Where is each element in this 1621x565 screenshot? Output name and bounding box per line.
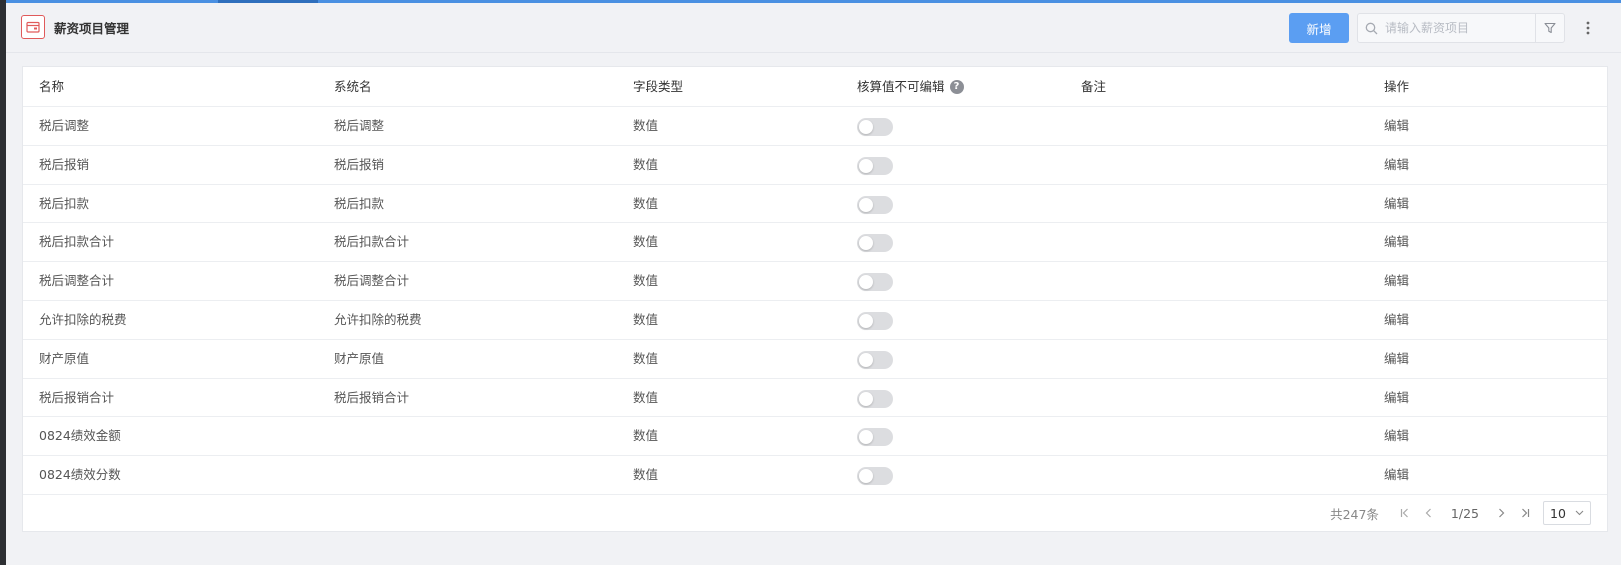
salary-items-table: 名称 系统名 字段类型 核算值不可编辑 ? 备注 操作 税后调整 税后调整 数值 编辑… [22, 66, 1608, 532]
locked-toggle[interactable] [857, 311, 893, 330]
locked-toggle[interactable] [857, 428, 893, 447]
cell-name: 税后扣款合计 [39, 234, 115, 250]
table-row: 税后扣款合计 税后扣款合计 数值 编辑 [23, 223, 1607, 263]
table-row: 税后扣款 税后扣款 数值 编辑 [23, 185, 1607, 224]
table-row: 税后调整 税后调整 数值 编辑 [23, 107, 1607, 146]
edit-link[interactable]: 编辑 [1384, 456, 1409, 495]
column-header-locked-label: 核算值不可编辑 [857, 79, 945, 94]
cell-field-type: 数值 [633, 389, 659, 405]
cell-field-type: 数值 [633, 234, 659, 250]
edit-link[interactable]: 编辑 [1384, 301, 1409, 340]
cell-name: 税后报销 [39, 156, 90, 172]
search-box [1357, 13, 1565, 43]
cell-name: 0824绩效金额 [39, 428, 121, 444]
column-header-field-type: 字段类型 [633, 79, 684, 94]
search-icon [1358, 14, 1385, 42]
cell-system-name: 财产原值 [334, 350, 385, 366]
locked-toggle[interactable] [857, 350, 893, 369]
cell-field-type: 数值 [633, 311, 659, 327]
cell-name: 0824绩效分数 [39, 467, 121, 483]
locked-toggle[interactable] [857, 389, 893, 408]
cell-system-name: 税后扣款 [334, 195, 385, 211]
locked-toggle[interactable] [857, 156, 893, 175]
edit-link[interactable]: 编辑 [1384, 417, 1409, 456]
app-window: 薪资项目管理 新增 请输入薪资项目 名称 系统名 字段类型 核算值不可编辑 ? … [6, 0, 1621, 565]
column-header-name: 名称 [39, 79, 65, 94]
locked-toggle[interactable] [857, 195, 893, 214]
more-vertical-icon[interactable] [1578, 17, 1598, 39]
column-header-remark: 备注 [1081, 79, 1107, 94]
cell-system-name: 税后调整 [334, 118, 385, 133]
next-page-icon[interactable] [1489, 501, 1513, 525]
cell-field-type: 数值 [633, 156, 659, 172]
locked-toggle[interactable] [857, 467, 893, 486]
edit-link[interactable]: 编辑 [1384, 107, 1409, 146]
table-row: 税后报销合计 税后报销合计 数值 编辑 [23, 379, 1607, 418]
edit-link[interactable]: 编辑 [1384, 185, 1409, 224]
first-page-icon[interactable] [1393, 501, 1417, 525]
cell-name: 税后调整合计 [39, 273, 115, 289]
prev-page-icon[interactable] [1417, 501, 1441, 525]
column-header-locked: 核算值不可编辑 ? [857, 67, 964, 107]
edit-link[interactable]: 编辑 [1384, 223, 1409, 262]
page-title: 薪资项目管理 [54, 21, 130, 36]
cell-name: 允许扣除的税费 [39, 311, 127, 327]
edit-link[interactable]: 编辑 [1384, 146, 1409, 185]
edit-link[interactable]: 编辑 [1384, 262, 1409, 301]
table-row: 允许扣除的税费 允许扣除的税费 数值 编辑 [23, 301, 1607, 340]
page-header: 薪资项目管理 新增 [6, 3, 1621, 53]
cell-field-type: 数值 [633, 350, 659, 366]
cell-system-name: 税后报销 [334, 156, 385, 172]
cell-system-name: 税后扣款合计 [334, 234, 410, 250]
cell-field-type: 数值 [633, 195, 659, 211]
page-size-select[interactable]: 10 [1543, 501, 1591, 525]
cell-field-type: 数值 [633, 273, 659, 289]
cell-name: 税后报销合计 [39, 389, 115, 405]
add-button[interactable]: 新增 [1289, 13, 1349, 43]
locked-toggle[interactable] [857, 273, 893, 292]
filter-icon[interactable] [1535, 14, 1564, 42]
last-page-icon[interactable] [1513, 501, 1537, 525]
cell-field-type: 数值 [633, 118, 659, 133]
search-input[interactable] [1385, 15, 1536, 41]
cell-name: 税后调整 [39, 118, 90, 133]
cell-field-type: 数值 [633, 428, 659, 444]
table-row: 0824绩效金额 数值 编辑 [23, 417, 1607, 457]
calendar-icon [21, 15, 45, 39]
pagination: 共247条 1/25 10 [1330, 501, 1591, 525]
cell-system-name: 税后调整合计 [334, 273, 410, 289]
pagination-current-page: 1/25 [1450, 505, 1479, 521]
cell-system-name: 税后报销合计 [334, 389, 410, 405]
pagination-total: 共247条 [1330, 506, 1379, 522]
table-row: 0824绩效分数 数值 编辑 [23, 456, 1607, 495]
column-header-actions: 操作 [1384, 79, 1410, 94]
cell-name: 财产原值 [39, 350, 90, 366]
cell-field-type: 数值 [633, 467, 659, 483]
page-size-value: 10 [1550, 505, 1566, 521]
edit-link[interactable]: 编辑 [1384, 379, 1409, 418]
column-header-system-name: 系统名 [334, 79, 372, 94]
help-icon[interactable]: ? [949, 80, 964, 94]
table-row: 税后报销 税后报销 数值 编辑 [23, 146, 1607, 185]
table-body: 税后调整 税后调整 数值 编辑 税后报销 税后报销 数值 编辑 税后扣款 税后扣款 数值 编辑 税后扣款… [23, 107, 1607, 495]
cell-name: 税后扣款 [39, 195, 90, 211]
table-row: 财产原值 财产原值 数值 编辑 [23, 340, 1607, 379]
locked-toggle[interactable] [857, 118, 893, 136]
cell-system-name: 允许扣除的税费 [334, 311, 422, 327]
locked-toggle[interactable] [857, 234, 893, 253]
edit-link[interactable]: 编辑 [1384, 340, 1409, 379]
table-header: 名称 系统名 字段类型 核算值不可编辑 ? 备注 操作 [23, 67, 1607, 107]
table-row: 税后调整合计 税后调整合计 数值 编辑 [23, 262, 1607, 301]
chevron-down-icon [1575, 510, 1584, 516]
